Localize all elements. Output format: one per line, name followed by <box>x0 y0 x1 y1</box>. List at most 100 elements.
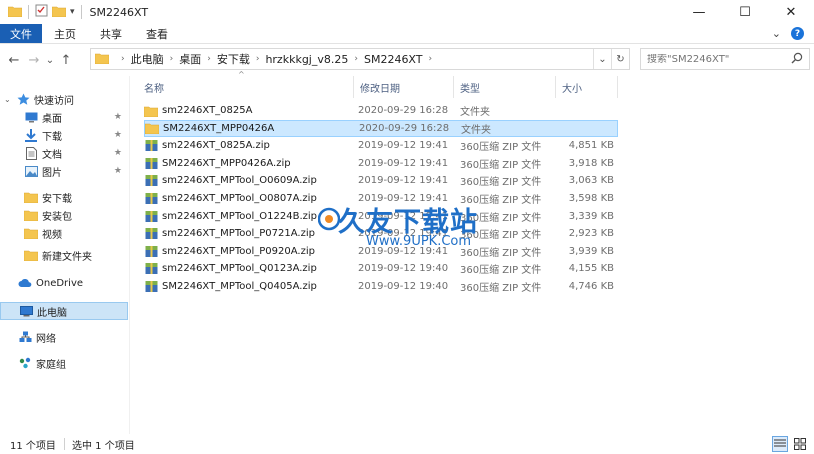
minimize-button[interactable]: — <box>676 0 722 24</box>
chevron-right-icon[interactable]: › <box>354 54 358 64</box>
address-bar[interactable]: › 此电脑 › 桌面 › 安下载 › hrzkkkgj_v8.25 › SM22… <box>90 48 630 70</box>
file-row[interactable]: SM2246XT_MPP0426A 2020-09-29 16:28 文件夹 <box>144 119 618 137</box>
desktop-icon <box>24 110 38 124</box>
address-dropdown-button[interactable]: ⌄ <box>593 49 611 69</box>
computer-icon <box>19 304 33 318</box>
recent-locations-button[interactable]: ⌄ <box>44 48 56 72</box>
sidebar-item-anxiazai[interactable]: 安下载 <box>0 188 128 206</box>
pane-divider[interactable] <box>129 76 130 434</box>
file-row[interactable]: SM2246XT_MPTool_Q0405A.zip 2019-09-12 19:… <box>144 278 618 295</box>
pin-icon: ★ <box>113 130 122 140</box>
status-bar: 11 个项目 选中 1 个项目 <box>0 434 814 454</box>
search-input[interactable] <box>647 53 787 65</box>
download-icon <box>24 128 38 142</box>
pin-icon: ★ <box>113 148 122 158</box>
file-size: 4,155 KB <box>568 263 614 275</box>
network-icon <box>18 330 32 344</box>
file-name: SM2246XT_MPP0426A.zip <box>162 157 291 169</box>
chevron-right-icon[interactable]: › <box>207 54 211 64</box>
file-name: sm2246XT_MPTool_Q0123A.zip <box>162 263 317 275</box>
sidebar-item-onedrive[interactable]: OneDrive <box>0 274 128 292</box>
chevron-right-icon[interactable]: › <box>256 54 260 64</box>
file-date: 2020-09-29 16:28 <box>359 122 450 134</box>
folder-icon <box>7 5 23 20</box>
expand-ribbon-icon[interactable]: ⌄ <box>772 27 781 40</box>
file-row[interactable]: sm2246XT_0825A.zip 2019-09-12 19:41 360压缩 … <box>144 137 618 154</box>
large-icons-view-icon[interactable] <box>792 436 808 452</box>
chevron-right-icon[interactable]: › <box>170 54 174 64</box>
file-size: 2,923 KB <box>568 228 614 240</box>
sidebar-item-network[interactable]: 网络 <box>0 328 128 346</box>
column-name[interactable]: 名称 ^ <box>138 70 354 98</box>
breadcrumb-desktop[interactable]: 桌面 <box>179 51 201 67</box>
title-bar: ▾ SM2246XT — ☐ ✕ <box>0 0 814 24</box>
close-button[interactable]: ✕ <box>768 0 814 24</box>
file-type: 文件夹 <box>460 107 490 118</box>
file-row[interactable]: sm2246XT_MPTool_O0609A.zip 2019-09-12 19:… <box>144 172 618 189</box>
breadcrumb-anxiazai[interactable]: 安下载 <box>217 51 250 67</box>
zip-archive-icon <box>144 174 158 188</box>
tab-home[interactable]: 主页 <box>42 24 88 43</box>
folder-icon <box>24 190 38 204</box>
column-headers: 名称 ^ 修改日期 类型 大小 <box>138 70 814 98</box>
refresh-button[interactable]: ↻ <box>611 49 629 69</box>
back-button[interactable]: ← <box>4 48 24 72</box>
ribbon: 文件 主页 共享 查看 ⌄ ? <box>0 24 814 44</box>
properties-icon[interactable] <box>35 4 48 20</box>
folder-icon <box>24 208 38 222</box>
maximize-button[interactable]: ☐ <box>722 0 768 24</box>
new-folder-icon[interactable] <box>51 5 67 20</box>
address-row: ← → ⌄ ↑ › 此电脑 › 桌面 › 安下载 › hrzkkkgj_v8.2… <box>0 46 814 74</box>
search-icon[interactable] <box>791 52 803 67</box>
column-type[interactable]: 类型 <box>454 76 556 98</box>
file-size: 4,746 KB <box>568 281 614 292</box>
view-switcher <box>772 436 808 452</box>
search-box[interactable] <box>640 48 810 70</box>
column-modified[interactable]: 修改日期 <box>354 76 454 98</box>
quick-access-toolbar: ▾ <box>0 0 84 24</box>
sidebar-item-this-pc[interactable]: 此电脑 <box>0 302 128 320</box>
file-row[interactable]: sm2246XT_0825A 2020-09-29 16:28 文件夹 <box>144 102 618 119</box>
forward-button[interactable]: → <box>24 48 44 72</box>
file-date: 2019-09-12 19:41 <box>358 140 449 152</box>
up-button[interactable]: ↑ <box>56 48 76 72</box>
sidebar-item-desktop[interactable]: 桌面 ★ <box>0 108 128 126</box>
file-name: sm2246XT_MPTool_P0920A.zip <box>162 245 315 257</box>
chevron-right-icon[interactable]: › <box>429 54 433 64</box>
breadcrumb-sm2246xt[interactable]: SM2246XT <box>364 53 423 66</box>
sidebar-item-quick-access[interactable]: ⌄ 快速访问 <box>0 90 128 108</box>
file-size: 3,598 KB <box>568 193 614 204</box>
watermark-url: Www.9UPK.Com <box>366 234 472 249</box>
zip-archive-icon <box>144 244 158 258</box>
details-view-icon[interactable] <box>772 436 788 452</box>
tab-view[interactable]: 查看 <box>134 24 180 43</box>
help-icon[interactable]: ? <box>791 27 804 40</box>
tab-share[interactable]: 共享 <box>88 24 134 43</box>
navigation-pane: ⌄ 快速访问 桌面 ★ 下载 ★ 文档 ★ 图片 ★ 安下载 安装包 视频 新建… <box>0 76 130 434</box>
watermark: 久友下载站 Www.9UPK.Com <box>317 200 518 262</box>
sidebar-item-homegroup[interactable]: 家庭组 <box>0 354 128 372</box>
file-row[interactable]: SM2246XT_MPP0426A.zip 2019-09-12 19:41 360… <box>144 155 618 172</box>
sidebar-item-documents[interactable]: 文档 ★ <box>0 144 128 162</box>
chevron-down-icon[interactable]: ⌄ <box>4 95 16 104</box>
breadcrumb-hrzkkkgj[interactable]: hrzkkkgj_v8.25 <box>265 53 348 66</box>
breadcrumb-this-pc[interactable]: 此电脑 <box>131 51 164 67</box>
sidebar-item-videos[interactable]: 视频 <box>0 224 128 242</box>
column-size[interactable]: 大小 <box>556 76 618 98</box>
file-name: sm2246XT_0825A.zip <box>162 140 270 152</box>
customize-arrow-icon[interactable]: ▾ <box>70 7 75 17</box>
sidebar-item-install-packages[interactable]: 安装包 <box>0 206 128 224</box>
file-size: 3,339 KB <box>568 210 614 222</box>
chevron-right-icon: › <box>121 54 125 64</box>
sidebar-item-downloads[interactable]: 下载 ★ <box>0 126 128 144</box>
sidebar-item-pictures[interactable]: 图片 ★ <box>0 162 128 180</box>
zip-archive-icon <box>144 156 158 170</box>
folder-icon <box>94 52 110 67</box>
file-row[interactable]: sm2246XT_MPTool_Q0123A.zip 2019-09-12 19:… <box>144 260 618 277</box>
tab-file[interactable]: 文件 <box>0 24 42 43</box>
file-size: 4,851 KB <box>568 140 614 152</box>
sidebar-item-new-folder[interactable]: 新建文件夹 <box>0 246 128 264</box>
file-name: SM2246XT_MPTool_Q0405A.zip <box>162 281 317 292</box>
file-size: 3,918 KB <box>568 157 614 169</box>
cloud-icon <box>18 276 32 290</box>
